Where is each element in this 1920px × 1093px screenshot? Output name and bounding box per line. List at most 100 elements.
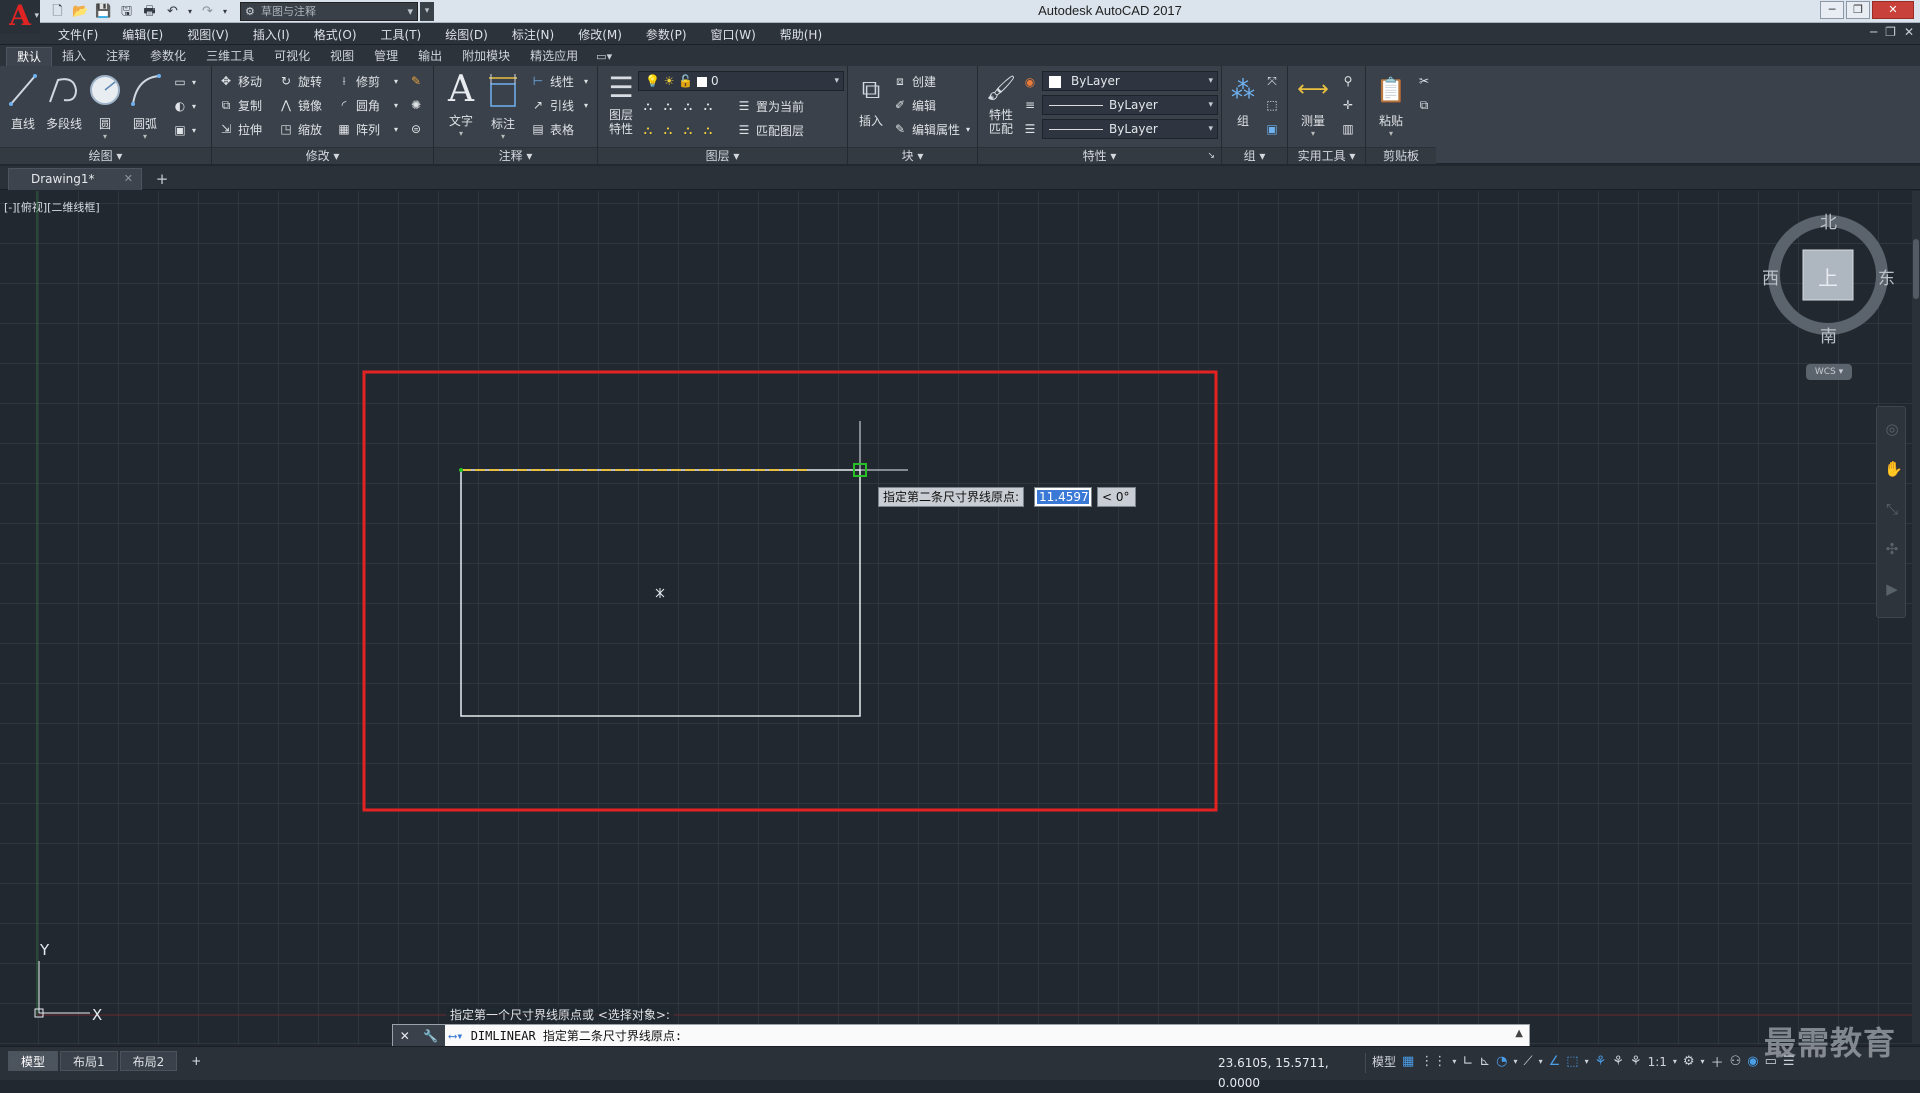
panel-annotation-title[interactable]: 注释 ▾	[434, 147, 597, 164]
isodraft-icon[interactable]: ⟋	[1524, 1054, 1533, 1069]
doc-restore-button[interactable]: ❐	[1885, 25, 1896, 39]
copy-button[interactable]: ⧉ 复制	[218, 95, 262, 115]
layout-tab-2[interactable]: 布局2	[119, 1051, 178, 1071]
rotate-button[interactable]: ↻ 旋转	[278, 71, 322, 91]
layer-thaw-icon[interactable]: ⛬	[680, 122, 696, 138]
minimize-button[interactable]: ─	[1820, 1, 1844, 19]
mirror-button[interactable]: ⋀ 镜像	[278, 95, 322, 115]
text-dropdown-icon[interactable]: ▾	[440, 129, 482, 138]
menu-draw[interactable]: 绘图(D)	[433, 26, 500, 43]
lineweight-dropdown[interactable]: ByLayer ▾	[1042, 119, 1218, 139]
dynamic-input-angle[interactable]: < 0°	[1097, 487, 1136, 507]
quick-select-icon[interactable]: ⚲	[1340, 71, 1356, 91]
set-current-button[interactable]: ☰ 置为当前	[736, 96, 804, 116]
measure-button[interactable]: ⟷ 测量 ▾	[1290, 70, 1336, 138]
isolate-objects-icon[interactable]: ⚇	[1730, 1054, 1742, 1069]
pan-icon[interactable]: ✋	[1884, 461, 1903, 477]
layer-unisolate-icon[interactable]: ⛬	[660, 122, 676, 138]
vertical-scrollbar[interactable]	[1912, 191, 1920, 1044]
layer-lock-icon[interactable]: ⛬	[700, 98, 716, 114]
panel-properties-title[interactable]: 特性 ▾ ↘	[978, 147, 1221, 164]
tab-default[interactable]: 默认	[6, 47, 53, 66]
tab-output[interactable]: 输出	[408, 47, 452, 66]
command-history-toggle-icon[interactable]: ▲	[1515, 1028, 1523, 1039]
dialog-launcher-icon[interactable]: ↘	[1207, 148, 1215, 165]
layer-unlock-icon[interactable]: ⛬	[700, 122, 716, 138]
group-select-icon[interactable]: ▣	[1264, 119, 1280, 139]
create-block-button[interactable]: ⧈ 创建	[892, 71, 936, 91]
tab-addins[interactable]: 附加模块	[452, 47, 520, 66]
panel-clipboard-title[interactable]: 剪贴板	[1366, 147, 1436, 164]
tab-insert[interactable]: 插入	[52, 47, 96, 66]
steering-wheel-icon[interactable]: ◎	[1884, 421, 1900, 437]
layer-off-icon[interactable]: ⛬	[640, 98, 656, 114]
polar-dropdown-icon[interactable]: ▾	[1513, 1057, 1517, 1066]
polyline-button[interactable]: 多段线	[42, 70, 86, 132]
calculator-icon[interactable]: ▥	[1340, 119, 1356, 139]
match-layer-button[interactable]: ☰ 匹配图层	[736, 120, 804, 140]
orbit-icon[interactable]: ✣	[1884, 541, 1900, 557]
showmotion-icon[interactable]: ▶	[1884, 581, 1900, 597]
hardware-acceleration-icon[interactable]: ◉	[1747, 1054, 1758, 1069]
layer-dropdown[interactable]: 💡 ☀ 🔓 0 ▾	[638, 71, 844, 91]
workspace-selector[interactable]: ⚙ 草图与注释 ▾	[240, 2, 418, 21]
file-tab-drawing1[interactable]: Drawing1* ✕	[8, 168, 142, 190]
ribbon-display-toggle[interactable]: ▭▾	[588, 47, 620, 66]
panel-groups-title[interactable]: 组 ▾	[1222, 147, 1287, 164]
menu-tools[interactable]: 工具(T)	[369, 26, 434, 43]
osnap-dropdown-icon[interactable]: ▾	[1585, 1057, 1589, 1066]
menu-help[interactable]: 帮助(H)	[768, 26, 834, 43]
tab-featured-apps[interactable]: 精选应用	[520, 47, 588, 66]
restore-button[interactable]: ❐	[1846, 1, 1870, 19]
compass-west[interactable]: 西	[1762, 264, 1779, 289]
panel-layers-title[interactable]: 图层 ▾	[598, 147, 847, 164]
cut-icon[interactable]: ✂	[1416, 71, 1432, 91]
layer-on-icon[interactable]: ⛬	[640, 122, 656, 138]
explode-button[interactable]: ✺	[408, 95, 424, 115]
save-icon[interactable]: 💾	[94, 3, 113, 21]
boundary-button[interactable]: ▣ ▾	[172, 120, 196, 140]
rectangle-button[interactable]: ▭ ▾	[172, 72, 196, 92]
fillet-button[interactable]: ◜ 圆角 ▾	[336, 95, 398, 115]
match-properties-button[interactable]: 🖌 特性 匹配	[980, 70, 1022, 136]
hatch-button[interactable]: ◐ ▾	[172, 96, 196, 116]
polar-tracking-icon[interactable]: ◔	[1496, 1054, 1507, 1069]
menu-edit[interactable]: 编辑(E)	[110, 26, 175, 43]
new-file-icon[interactable]: 🗋	[48, 3, 67, 21]
menu-parametric[interactable]: 参数(P)	[634, 26, 699, 43]
layer-isolate-icon[interactable]: ⛬	[660, 98, 676, 114]
print-icon[interactable]: 🖶	[140, 3, 159, 21]
drawing-canvas[interactable]: [-][俯视][二维线框] Y X 指定第二条尺寸界线原点: 11.4597 <…	[0, 191, 1912, 1044]
doc-minimize-button[interactable]: ─	[1870, 25, 1877, 39]
viewcube[interactable]: 北 南 东 西 上	[1762, 212, 1895, 347]
isodraft-dropdown-icon[interactable]: ▾	[1539, 1057, 1543, 1066]
edit-block-button[interactable]: ✐ 编辑	[892, 95, 936, 115]
erase-button[interactable]: ✎	[408, 71, 424, 91]
paste-button[interactable]: 📋 粘贴 ▾	[1370, 70, 1412, 138]
layout-tab-model[interactable]: 模型	[8, 1051, 59, 1071]
command-line[interactable]: ✕ 🔧 ⟷▾ DIMLINEAR 指定第二条尺寸界线原点: ▲	[392, 1024, 1530, 1048]
tab-visualize[interactable]: 可视化	[264, 47, 320, 66]
redo-dropdown-icon[interactable]: ▾	[221, 3, 229, 21]
scale-dropdown-icon[interactable]: ▾	[1673, 1057, 1677, 1066]
insert-block-button[interactable]: ⧉ 插入	[850, 70, 892, 129]
measure-dropdown-icon[interactable]: ▾	[1290, 129, 1336, 138]
layer-freeze-icon[interactable]: ⛬	[680, 98, 696, 114]
redo-icon[interactable]: ↷	[198, 3, 217, 21]
snap-dropdown-icon[interactable]: ▾	[1452, 1057, 1456, 1066]
tab-annotate[interactable]: 注释	[96, 47, 140, 66]
close-button[interactable]: ✕	[1872, 1, 1914, 19]
menu-window[interactable]: 窗口(W)	[699, 26, 768, 43]
annotation-scale-value[interactable]: 1:1	[1648, 1055, 1667, 1069]
linetype-dropdown[interactable]: ByLayer ▾	[1042, 95, 1218, 115]
grid-icon[interactable]: ▦	[1402, 1054, 1414, 1069]
color-dropdown[interactable]: ByLayer ▾	[1042, 71, 1218, 91]
panel-block-title[interactable]: 块 ▾	[848, 147, 977, 164]
copy-clip-icon[interactable]: ⧉	[1416, 95, 1432, 115]
trim-button[interactable]: ⟊ 修剪 ▾	[336, 71, 398, 91]
viewcube-top-face[interactable]: 上	[1818, 262, 1838, 291]
wrench-icon[interactable]: 🔧	[423, 1029, 438, 1043]
annotation-scale-icon[interactable]: ⚘	[1630, 1054, 1642, 1069]
coordinate-readout[interactable]: 23.6105, 15.5711, 0.0000	[1218, 1053, 1366, 1090]
qat-customize-button[interactable]: ▾	[420, 2, 434, 21]
